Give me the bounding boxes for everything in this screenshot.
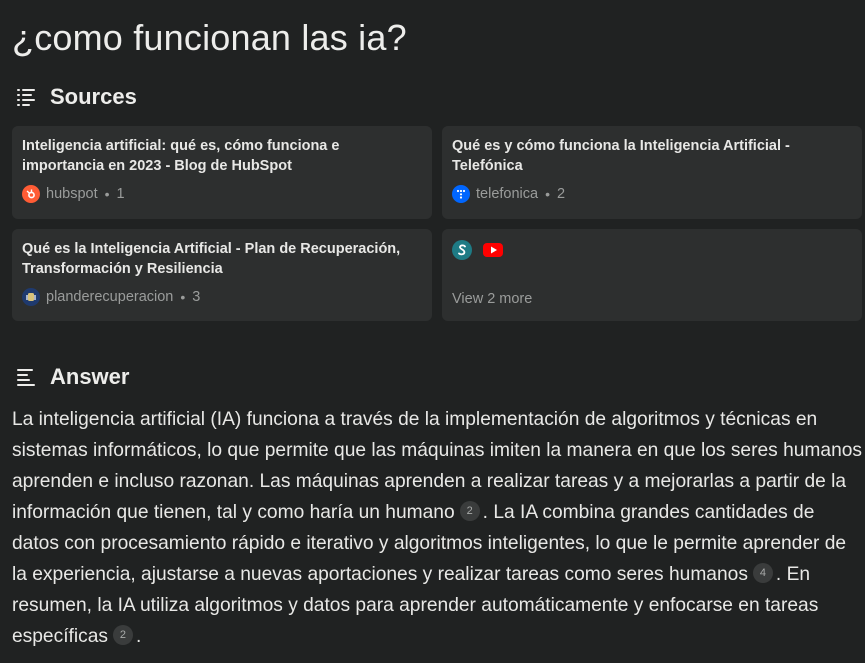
telefonica-icon [452,185,470,203]
answer-page: ¿como funcionan las ia? Sources Intelige… [0,0,865,663]
view-more-sources-card[interactable]: View 2 more [442,229,862,321]
separator-dot: • [104,186,110,202]
sources-title: Sources [50,84,137,109]
answer-icon [14,365,38,389]
source-card-title: Qué es la Inteligencia Artificial - Plan… [22,241,401,277]
citation-badge[interactable]: 2 [112,625,133,645]
source-card-hubspot[interactable]: Inteligencia artificial: qué es, cómo fu… [12,126,432,219]
more-sources-icons [452,240,852,260]
source-number: 3 [192,289,201,305]
source-card-meta: telefonica • 2 [452,185,565,203]
source-domain: hubspot [46,186,98,202]
source-domain: telefonica [476,186,539,202]
hubspot-icon [22,185,40,203]
separator-dot: • [180,289,186,305]
answer-body: La inteligencia artificial (IA) funciona… [12,404,862,652]
source-number: 1 [116,186,125,202]
question-title: ¿como funcionan las ia? [12,17,407,58]
separator-dot: • [545,186,550,202]
youtube-icon [482,242,504,258]
answer-title: Answer [50,364,130,389]
source-card-meta: hubspot • 1 [22,185,125,203]
source-card-title: Inteligencia artificial: qué es, cómo fu… [22,138,340,174]
source-card-planderecuperacion[interactable]: Qué es la Inteligencia Artificial - Plan… [12,229,432,321]
source-card-title: Qué es y cómo funciona la Inteligencia A… [452,138,790,174]
answer-header: Answer [14,364,129,390]
government-seal-icon [22,288,40,306]
source-number: 2 [556,186,566,202]
source-domain: planderecuperacion [46,289,174,305]
source-card-meta: planderecuperacion • 3 [22,288,200,306]
view-more-label: View 2 more [452,291,533,307]
answer-segment: . [135,626,142,647]
sources-header: Sources [14,84,137,110]
citation-badge[interactable]: 4 [752,563,773,583]
sources-icon [14,85,38,109]
source-card-telefonica[interactable]: Qué es y cómo funciona la Inteligencia A… [442,126,862,219]
scribd-icon [452,240,472,260]
citation-badge[interactable]: 2 [459,501,480,521]
